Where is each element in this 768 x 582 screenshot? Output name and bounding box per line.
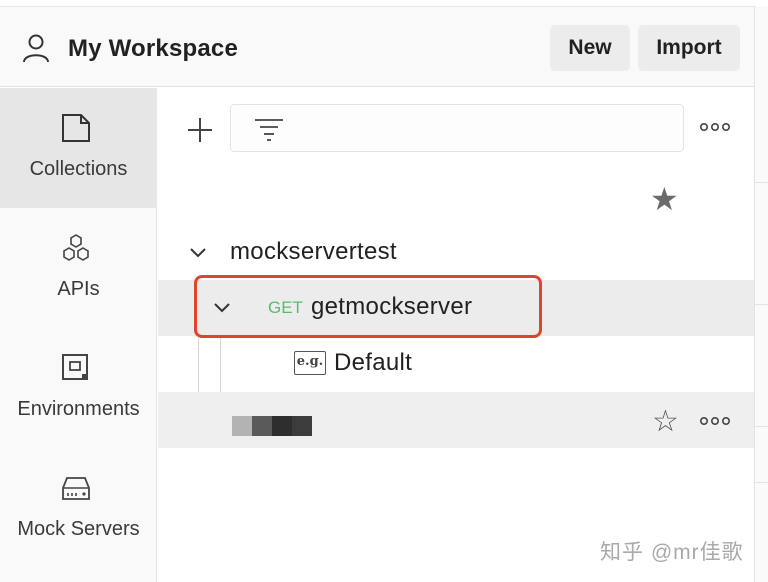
right-panel-divider: [755, 182, 768, 183]
new-button[interactable]: New: [550, 25, 630, 71]
sidebar-item-environments[interactable]: Environments: [0, 328, 157, 448]
tree-guide-line: [198, 338, 199, 392]
redacted-block: [252, 416, 272, 436]
redacted-block: [292, 416, 312, 436]
more-options-icon[interactable]: [700, 416, 730, 426]
apis-icon: [63, 234, 89, 261]
collections-icon: [62, 114, 90, 142]
sidebar-item-label: Mock Servers: [17, 518, 140, 540]
sidebar-item-mock-servers[interactable]: Mock Servers: [0, 448, 157, 568]
right-panel-divider: [755, 482, 768, 483]
mock-servers-icon: [62, 477, 90, 500]
collections-panel: ★ mockservertest GET getmockserver e.g. …: [158, 88, 754, 582]
search-input[interactable]: [230, 104, 684, 152]
sidebar-item-apis[interactable]: APIs: [0, 208, 157, 328]
favorites-star-icon[interactable]: ★: [650, 180, 679, 218]
sidebar-item-label: APIs: [57, 278, 100, 300]
example-badge: e.g.: [294, 351, 326, 375]
collection-name[interactable]: mockservertest: [230, 238, 397, 266]
redacted-block: [232, 416, 252, 436]
chevron-down-icon[interactable]: [188, 246, 208, 260]
environments-icon: [62, 354, 88, 380]
highlight-box: [194, 275, 542, 338]
redacted-collection-row[interactable]: ☆: [158, 392, 754, 448]
filter-icon: [255, 119, 283, 141]
sidebar-item-collections[interactable]: Collections: [0, 88, 157, 208]
workspace-title[interactable]: My Workspace: [68, 35, 238, 63]
more-options-icon[interactable]: [700, 122, 730, 132]
right-panel-divider: [755, 426, 768, 427]
workspace-header: My Workspace New Import: [0, 7, 754, 87]
user-icon: [23, 34, 49, 63]
add-collection-icon[interactable]: [186, 116, 214, 144]
star-outline-icon[interactable]: ☆: [652, 404, 679, 439]
right-panel-divider: [755, 304, 768, 305]
right-panel-edge: [754, 6, 768, 582]
sidebar-nav: Collections APIs Environments Mock Serve…: [0, 88, 157, 582]
import-button[interactable]: Import: [638, 25, 740, 71]
sidebar-item-label: Collections: [29, 158, 128, 180]
tree-guide-line: [220, 338, 221, 392]
example-name[interactable]: Default: [334, 349, 412, 377]
redacted-block: [272, 416, 292, 436]
watermark-text: 知乎 @mr佳歌: [600, 541, 744, 564]
sidebar-item-label: Environments: [17, 398, 140, 420]
